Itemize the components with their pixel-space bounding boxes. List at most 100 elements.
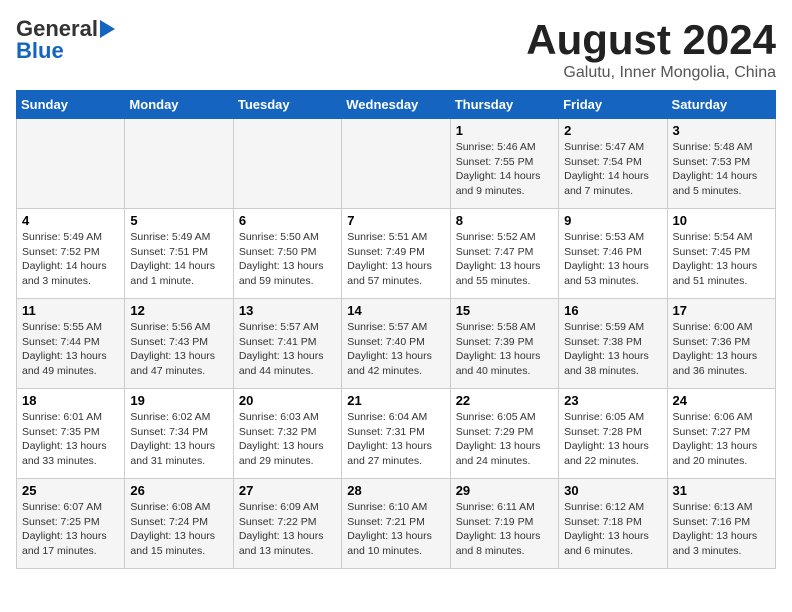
logo-blue: Blue	[16, 38, 64, 64]
day-number: 18	[22, 393, 119, 408]
day-info: Sunrise: 6:10 AM Sunset: 7:21 PM Dayligh…	[347, 500, 444, 559]
day-number: 5	[130, 213, 227, 228]
day-info: Sunrise: 5:53 AM Sunset: 7:46 PM Dayligh…	[564, 230, 661, 289]
weekday-header-wednesday: Wednesday	[342, 91, 450, 119]
calendar-day-cell: 12 Sunrise: 5:56 AM Sunset: 7:43 PM Dayli…	[125, 299, 233, 389]
day-info: Sunrise: 5:56 AM Sunset: 7:43 PM Dayligh…	[130, 320, 227, 379]
calendar-week-row: 1 Sunrise: 5:46 AM Sunset: 7:55 PM Daylig…	[17, 119, 776, 209]
calendar-day-cell: 19 Sunrise: 6:02 AM Sunset: 7:34 PM Dayli…	[125, 389, 233, 479]
day-number: 15	[456, 303, 553, 318]
calendar-day-cell: 3Sunrise: 5:48 AM Sunset: 7:53 PM Daylig…	[667, 119, 775, 209]
calendar-day-cell: 13Sunrise: 5:57 AM Sunset: 7:41 PM Dayli…	[233, 299, 341, 389]
day-number: 23	[564, 393, 661, 408]
calendar-day-cell	[17, 119, 125, 209]
calendar-day-cell: 25Sunrise: 6:07 AM Sunset: 7:25 PM Dayli…	[17, 479, 125, 569]
weekday-header-saturday: Saturday	[667, 91, 775, 119]
weekday-header-thursday: Thursday	[450, 91, 558, 119]
day-number: 25	[22, 483, 119, 498]
day-info: Sunrise: 5:49 AM Sunset: 7:52 PM Dayligh…	[22, 230, 119, 289]
day-info: Sunrise: 5:54 AM Sunset: 7:45 PM Dayligh…	[673, 230, 770, 289]
day-number: 1	[456, 123, 553, 138]
day-info: Sunrise: 6:04 AM Sunset: 7:31 PM Dayligh…	[347, 410, 444, 469]
calendar-day-cell: 10 Sunrise: 5:54 AM Sunset: 7:45 PM Dayli…	[667, 209, 775, 299]
day-info: Sunrise: 6:12 AM Sunset: 7:18 PM Dayligh…	[564, 500, 661, 559]
day-info: Sunrise: 5:48 AM Sunset: 7:53 PM Dayligh…	[673, 140, 770, 199]
calendar-week-row: 25Sunrise: 6:07 AM Sunset: 7:25 PM Dayli…	[17, 479, 776, 569]
day-number: 28	[347, 483, 444, 498]
day-info: Sunrise: 6:11 AM Sunset: 7:19 PM Dayligh…	[456, 500, 553, 559]
calendar-day-cell: 15 Sunrise: 5:58 AM Sunset: 7:39 PM Dayli…	[450, 299, 558, 389]
weekday-header-friday: Friday	[559, 91, 667, 119]
day-number: 29	[456, 483, 553, 498]
day-info: Sunrise: 6:03 AM Sunset: 7:32 PM Dayligh…	[239, 410, 336, 469]
calendar-day-cell: 7Sunrise: 5:51 AM Sunset: 7:49 PM Daylig…	[342, 209, 450, 299]
day-number: 7	[347, 213, 444, 228]
day-number: 2	[564, 123, 661, 138]
day-number: 6	[239, 213, 336, 228]
day-number: 27	[239, 483, 336, 498]
calendar-day-cell: 31 Sunrise: 6:13 AM Sunset: 7:16 PM Dayli…	[667, 479, 775, 569]
calendar-day-cell: 9 Sunrise: 5:53 AM Sunset: 7:46 PM Daylig…	[559, 209, 667, 299]
logo-arrow-icon	[100, 20, 115, 38]
calendar-day-cell: 14Sunrise: 5:57 AM Sunset: 7:40 PM Dayli…	[342, 299, 450, 389]
day-info: Sunrise: 5:57 AM Sunset: 7:41 PM Dayligh…	[239, 320, 336, 379]
weekday-header-monday: Monday	[125, 91, 233, 119]
subtitle: Galutu, Inner Mongolia, China	[526, 64, 776, 82]
calendar-week-row: 18 Sunrise: 6:01 AM Sunset: 7:35 PM Dayli…	[17, 389, 776, 479]
day-number: 12	[130, 303, 227, 318]
day-info: Sunrise: 6:13 AM Sunset: 7:16 PM Dayligh…	[673, 500, 770, 559]
day-number: 14	[347, 303, 444, 318]
calendar-day-cell: 27 Sunrise: 6:09 AM Sunset: 7:22 PM Dayli…	[233, 479, 341, 569]
weekday-header-tuesday: Tuesday	[233, 91, 341, 119]
calendar-day-cell: 5Sunrise: 5:49 AM Sunset: 7:51 PM Daylig…	[125, 209, 233, 299]
calendar-day-cell	[342, 119, 450, 209]
day-info: Sunrise: 5:52 AM Sunset: 7:47 PM Dayligh…	[456, 230, 553, 289]
day-info: Sunrise: 6:02 AM Sunset: 7:34 PM Dayligh…	[130, 410, 227, 469]
day-number: 19	[130, 393, 227, 408]
calendar-day-cell: 21 Sunrise: 6:04 AM Sunset: 7:31 PM Dayli…	[342, 389, 450, 479]
calendar-day-cell: 8 Sunrise: 5:52 AM Sunset: 7:47 PM Daylig…	[450, 209, 558, 299]
weekday-header-sunday: Sunday	[17, 91, 125, 119]
day-info: Sunrise: 6:09 AM Sunset: 7:22 PM Dayligh…	[239, 500, 336, 559]
title-section: August 2024 Galutu, Inner Mongolia, Chin…	[526, 16, 776, 82]
calendar-day-cell: 26 Sunrise: 6:08 AM Sunset: 7:24 PM Dayli…	[125, 479, 233, 569]
day-number: 8	[456, 213, 553, 228]
day-number: 4	[22, 213, 119, 228]
page-header: General Blue August 2024 Galutu, Inner M…	[16, 16, 776, 82]
calendar-day-cell: 4 Sunrise: 5:49 AM Sunset: 7:52 PM Daylig…	[17, 209, 125, 299]
calendar-day-cell: 20 Sunrise: 6:03 AM Sunset: 7:32 PM Dayli…	[233, 389, 341, 479]
day-number: 24	[673, 393, 770, 408]
weekday-header-row: SundayMondayTuesdayWednesdayThursdayFrid…	[17, 91, 776, 119]
day-number: 9	[564, 213, 661, 228]
day-number: 31	[673, 483, 770, 498]
logo: General Blue	[16, 16, 117, 64]
day-info: Sunrise: 5:46 AM Sunset: 7:55 PM Dayligh…	[456, 140, 553, 199]
day-info: Sunrise: 6:05 AM Sunset: 7:28 PM Dayligh…	[564, 410, 661, 469]
day-info: Sunrise: 5:50 AM Sunset: 7:50 PM Dayligh…	[239, 230, 336, 289]
day-number: 17	[673, 303, 770, 318]
calendar-day-cell: 23 Sunrise: 6:05 AM Sunset: 7:28 PM Dayli…	[559, 389, 667, 479]
day-info: Sunrise: 6:06 AM Sunset: 7:27 PM Dayligh…	[673, 410, 770, 469]
day-number: 16	[564, 303, 661, 318]
calendar-day-cell: 16Sunrise: 5:59 AM Sunset: 7:38 PM Dayli…	[559, 299, 667, 389]
day-info: Sunrise: 6:01 AM Sunset: 7:35 PM Dayligh…	[22, 410, 119, 469]
day-number: 11	[22, 303, 119, 318]
calendar-day-cell	[125, 119, 233, 209]
day-number: 21	[347, 393, 444, 408]
calendar-day-cell: 29 Sunrise: 6:11 AM Sunset: 7:19 PM Dayli…	[450, 479, 558, 569]
calendar-day-cell: 6 Sunrise: 5:50 AM Sunset: 7:50 PM Daylig…	[233, 209, 341, 299]
calendar-day-cell: 22 Sunrise: 6:05 AM Sunset: 7:29 PM Dayli…	[450, 389, 558, 479]
main-title: August 2024	[526, 16, 776, 64]
day-info: Sunrise: 5:47 AM Sunset: 7:54 PM Dayligh…	[564, 140, 661, 199]
day-info: Sunrise: 6:08 AM Sunset: 7:24 PM Dayligh…	[130, 500, 227, 559]
day-info: Sunrise: 6:00 AM Sunset: 7:36 PM Dayligh…	[673, 320, 770, 379]
day-number: 26	[130, 483, 227, 498]
calendar-day-cell: 11Sunrise: 5:55 AM Sunset: 7:44 PM Dayli…	[17, 299, 125, 389]
day-info: Sunrise: 5:58 AM Sunset: 7:39 PM Dayligh…	[456, 320, 553, 379]
day-info: Sunrise: 6:05 AM Sunset: 7:29 PM Dayligh…	[456, 410, 553, 469]
calendar-day-cell: 18 Sunrise: 6:01 AM Sunset: 7:35 PM Dayli…	[17, 389, 125, 479]
calendar-table: SundayMondayTuesdayWednesdayThursdayFrid…	[16, 90, 776, 569]
day-number: 22	[456, 393, 553, 408]
day-number: 10	[673, 213, 770, 228]
day-number: 20	[239, 393, 336, 408]
